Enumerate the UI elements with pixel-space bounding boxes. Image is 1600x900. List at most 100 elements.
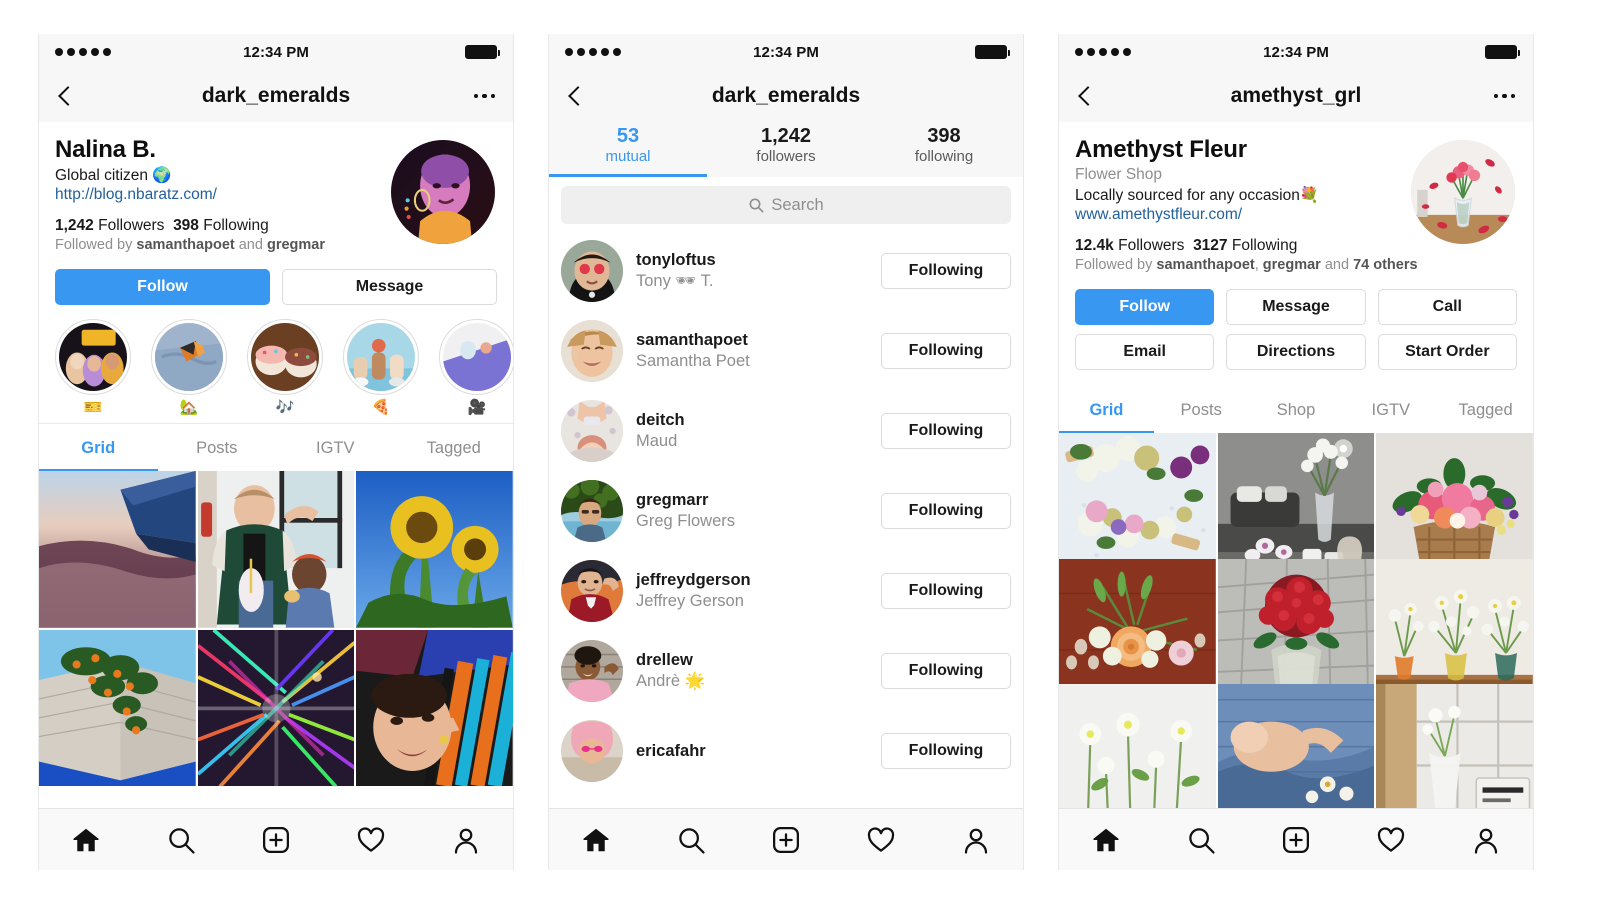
home-icon[interactable] <box>1080 814 1132 866</box>
profile-icon[interactable] <box>440 814 492 866</box>
grid-photo-airplane-wing-sunset[interactable] <box>39 471 196 628</box>
message-button[interactable]: Message <box>1226 289 1366 325</box>
following-button[interactable]: Following <box>881 493 1011 529</box>
profile-avatar[interactable] <box>1411 140 1515 244</box>
tab-following[interactable]: 398 following <box>865 122 1023 177</box>
photo-grid <box>39 471 513 808</box>
search-icon[interactable] <box>665 814 717 866</box>
grid-photo-holographic-rainbow[interactable] <box>197 629 355 787</box>
battery-icon <box>465 45 500 59</box>
grid-photo-white-blooms-row[interactable] <box>1059 684 1216 808</box>
grid-photo-vase-window-sign[interactable] <box>1376 684 1533 808</box>
mutual-label: mutual <box>605 148 651 165</box>
highlight-house[interactable]: 🏡 <box>151 319 227 415</box>
grid-photo-orange-tree-wall[interactable] <box>39 629 196 787</box>
grid-photo-two-friends-milkshake[interactable] <box>197 471 355 628</box>
add-post-icon[interactable] <box>1270 814 1322 866</box>
avatar-deitch[interactable] <box>561 400 623 462</box>
avatar-tonyloftus[interactable] <box>561 240 623 302</box>
tab-tagged[interactable]: Tagged <box>395 424 514 471</box>
tab-grid[interactable]: Grid <box>39 424 158 472</box>
status-bar: 12:34 PM <box>1059 34 1533 70</box>
grid-photo-person-striped-shirt[interactable] <box>356 629 513 787</box>
list-item[interactable]: drellew Andrè 🌟 Following <box>549 631 1023 711</box>
avatar-samanthapoet[interactable] <box>561 320 623 382</box>
search-placeholder: Search <box>771 195 824 214</box>
tab-shop[interactable]: Shop <box>1249 386 1344 433</box>
highlight-pizza[interactable]: 🍕 <box>343 319 419 415</box>
nav-bar: dark_emeralds <box>549 70 1023 122</box>
heart-icon[interactable] <box>345 814 397 866</box>
list-item[interactable]: jeffreydgerson Jeffrey Gerson Following <box>549 551 1023 631</box>
tab-posts[interactable]: Posts <box>158 424 277 471</box>
avatar-drellew[interactable] <box>561 640 623 702</box>
directions-button[interactable]: Directions <box>1226 334 1366 370</box>
more-options-icon[interactable] <box>1493 93 1515 99</box>
home-icon[interactable] <box>570 814 622 866</box>
followed-by-user-1[interactable]: samanthapoet <box>1156 257 1254 273</box>
heart-icon[interactable] <box>855 814 907 866</box>
tab-igtv[interactable]: IGTV <box>276 424 395 471</box>
follow-button[interactable]: Follow <box>55 269 270 305</box>
grid-photo-sunflowers-blue-sky[interactable] <box>356 471 513 628</box>
add-post-icon[interactable] <box>760 814 812 866</box>
tab-grid[interactable]: Grid <box>1059 386 1154 434</box>
list-item[interactable]: ericafahr Following <box>549 711 1023 791</box>
following-button[interactable]: Following <box>881 573 1011 609</box>
following-button[interactable]: Following <box>881 653 1011 689</box>
email-button[interactable]: Email <box>1075 334 1215 370</box>
user-list: tonyloftus Tony 🕶 T. Following samanthap… <box>549 231 1023 808</box>
list-item[interactable]: samanthapoet Samantha Poet Following <box>549 311 1023 391</box>
message-button[interactable]: Message <box>282 269 497 305</box>
profile-tabs: Grid Posts IGTV Tagged <box>39 423 514 472</box>
profile-icon[interactable] <box>950 814 1002 866</box>
avatar-ericafahr[interactable] <box>561 720 623 782</box>
highlight-ticket[interactable]: 🎫 <box>55 319 131 415</box>
story-highlights[interactable]: 🎫 🏡 🎶 🍕 🎥 <box>39 305 513 423</box>
tab-igtv[interactable]: IGTV <box>1343 386 1438 433</box>
search-icon[interactable] <box>155 814 207 866</box>
tab-mutual[interactable]: 53 mutual <box>549 122 707 177</box>
battery-icon <box>1485 45 1520 59</box>
list-item[interactable]: tonyloftus Tony 🕶 T. Following <box>549 231 1023 311</box>
status-bar-clock: 12:34 PM <box>243 43 309 61</box>
avatar-jeffreydgerson[interactable] <box>561 560 623 622</box>
tab-posts[interactable]: Posts <box>1154 386 1249 433</box>
page-title: amethyst_grl <box>1230 84 1362 107</box>
highlight-film[interactable]: 🎥 <box>439 319 513 415</box>
follow-button[interactable]: Follow <box>1075 289 1215 325</box>
grid-photo-denim-flowers[interactable] <box>1217 684 1375 808</box>
fullname: Samantha Poet <box>636 351 750 370</box>
page-title: dark_emeralds <box>711 84 861 107</box>
profile-header: Nalina B. Global citizen 🌍 http://blog.n… <box>39 122 513 253</box>
tab-followers[interactable]: 1,242 followers <box>707 122 865 177</box>
start-order-button[interactable]: Start Order <box>1377 334 1517 370</box>
following-button[interactable]: Following <box>881 253 1011 289</box>
following-button[interactable]: Following <box>881 733 1011 769</box>
following-button[interactable]: Following <box>881 413 1011 449</box>
following-button[interactable]: Following <box>881 333 1011 369</box>
call-button[interactable]: Call <box>1377 289 1517 325</box>
followed-by-user-1[interactable]: samanthapoet <box>136 237 234 253</box>
highlight-music[interactable]: 🎶 <box>247 319 323 415</box>
add-post-icon[interactable] <box>250 814 302 866</box>
list-item[interactable]: gregmarr Greg Flowers Following <box>549 471 1023 551</box>
followed-by-sep: , <box>1254 257 1263 273</box>
followed-by-user-2[interactable]: gregmar <box>267 237 325 253</box>
followed-by-user-2[interactable]: gregmar <box>1263 257 1321 273</box>
followed-by-others[interactable]: 74 others <box>1353 257 1417 273</box>
home-icon[interactable] <box>60 814 112 866</box>
more-options-icon[interactable] <box>473 93 495 99</box>
list-item[interactable]: deitch Maud Following <box>549 391 1023 471</box>
highlight-label: 🍕 <box>371 399 391 416</box>
profile-icon[interactable] <box>1460 814 1512 866</box>
profile-avatar[interactable] <box>391 140 495 244</box>
username: samanthapoet <box>636 330 748 349</box>
username: gregmarr <box>636 490 709 509</box>
bottom-tab-bar <box>39 808 513 870</box>
tab-tagged[interactable]: Tagged <box>1438 386 1533 433</box>
search-icon[interactable] <box>1175 814 1227 866</box>
heart-icon[interactable] <box>1365 814 1417 866</box>
search-input[interactable]: Search <box>561 186 1011 224</box>
avatar-gregmarr[interactable] <box>561 480 623 542</box>
